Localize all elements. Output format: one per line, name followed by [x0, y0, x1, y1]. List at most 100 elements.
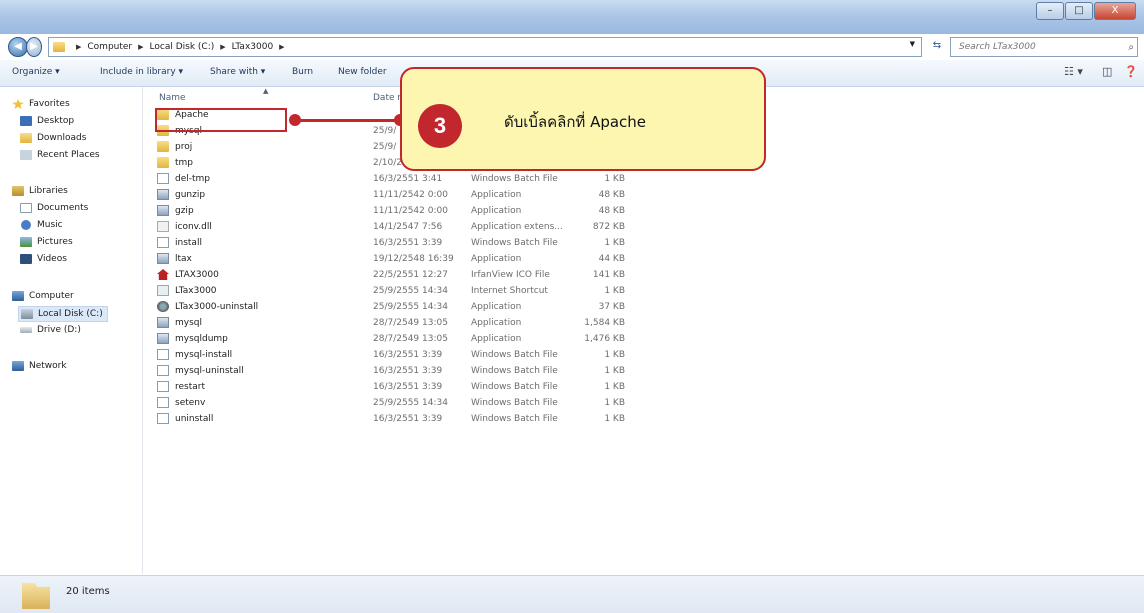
file-row[interactable]: LTax3000 25/9/2555 14:34 Internet Shortcut…	[143, 283, 663, 299]
instruction-callout: 3 ดับเบิ้ลคลิกที่ Apache	[400, 67, 766, 171]
file-name-cell[interactable]: setenv	[157, 397, 205, 408]
chevron-right-icon: ▶	[279, 43, 285, 51]
file-name: LTAX3000	[175, 269, 219, 280]
file-row[interactable]: mysqldump 28/7/2549 13:05 Application 1,476…	[143, 331, 663, 347]
file-row[interactable]: ltax 19/12/2548 16:39 Application 44 KB	[143, 251, 663, 267]
file-name-cell[interactable]: proj	[157, 141, 192, 152]
preview-pane-icon[interactable]: ◫	[1102, 65, 1112, 78]
sidebar-item-music[interactable]: Music	[20, 218, 63, 232]
sort-arrow-icon: ▲	[263, 87, 269, 95]
file-size: 1 KB	[604, 366, 625, 376]
app-icon	[157, 317, 169, 328]
bat-icon	[157, 173, 169, 184]
file-row[interactable]: LTax3000-uninstall 25/9/2555 14:34 Applica…	[143, 299, 663, 315]
file-size: 872 KB	[592, 222, 625, 232]
sidebar-item-libraries[interactable]: Libraries	[12, 184, 68, 198]
search-box[interactable]: ⌕	[950, 37, 1138, 57]
date-modified: 22/5/2551 12:27	[373, 270, 448, 280]
date-modified: 16/3/2551 3:39	[373, 350, 443, 360]
file-row[interactable]: mysql 28/7/2549 13:05 Application 1,584 KB	[143, 315, 663, 331]
file-row[interactable]: install 16/3/2551 3:39 Windows Batch File 1…	[143, 235, 663, 251]
file-name-cell[interactable]: ltax	[157, 253, 192, 264]
sidebar-label: Local Disk (C:)	[38, 309, 103, 319]
refresh-icon[interactable]: ⇆	[930, 37, 944, 55]
back-button[interactable]: ◀	[8, 37, 28, 57]
file-name-cell[interactable]: del-tmp	[157, 173, 210, 184]
file-name-cell[interactable]: uninstall	[157, 413, 213, 424]
sidebar-item-videos[interactable]: Videos	[20, 252, 67, 266]
sidebar-item-computer[interactable]: Computer	[12, 289, 74, 303]
sidebar-item-favorites[interactable]: Favorites	[12, 97, 70, 111]
file-type: IrfanView ICO File	[471, 270, 550, 280]
breadcrumb-computer[interactable]: Computer	[87, 42, 132, 52]
address-bar[interactable]: ▶ Computer ▶ Local Disk (C:) ▶ LTax3000 …	[48, 37, 922, 57]
sidebar-item-desktop[interactable]: Desktop	[20, 114, 74, 128]
file-name-cell[interactable]: mysql-uninstall	[157, 365, 244, 376]
app-icon	[157, 333, 169, 344]
view-options-icon[interactable]: ☷ ▾	[1064, 65, 1083, 78]
breadcrumb-ltax3000[interactable]: LTax3000	[232, 42, 274, 52]
downloads-icon	[20, 133, 32, 143]
file-row[interactable]: mysql-uninstall 16/3/2551 3:39 Windows Bat…	[143, 363, 663, 379]
forward-button[interactable]: ▶	[26, 37, 42, 57]
sidebar-item-pictures[interactable]: Pictures	[20, 235, 73, 249]
maximize-button[interactable]: □	[1065, 2, 1093, 20]
share-with-menu[interactable]: Share with ▾	[210, 67, 265, 77]
file-name: proj	[175, 141, 193, 152]
sidebar-item-network[interactable]: Network	[12, 359, 67, 373]
file-type: Windows Batch File	[471, 414, 558, 424]
file-name-cell[interactable]: install	[157, 237, 202, 248]
date-modified: 16/3/2551 3:39	[373, 366, 443, 376]
file-row[interactable]: mysql-install 16/3/2551 3:39 Windows Batch…	[143, 347, 663, 363]
date-modified: 11/11/2542 0:00	[373, 190, 448, 200]
help-icon[interactable]: ❓	[1124, 65, 1138, 78]
file-type: Application extens...	[471, 222, 563, 232]
file-row[interactable]: iconv.dll 14/1/2547 7:56 Application exten…	[143, 219, 663, 235]
minimize-button[interactable]: –	[1036, 2, 1064, 20]
burn-button[interactable]: Burn	[292, 67, 313, 77]
sidebar-label: Recent Places	[37, 150, 100, 160]
file-size: 1 KB	[604, 238, 625, 248]
file-row[interactable]: LTAX3000 22/5/2551 12:27 IrfanView ICO Fil…	[143, 267, 663, 283]
file-row[interactable]: gunzip 11/11/2542 0:00 Application 48 KB	[143, 187, 663, 203]
breadcrumb-local-disk[interactable]: Local Disk (C:)	[150, 42, 215, 52]
file-name-cell[interactable]: iconv.dll	[157, 221, 212, 232]
file-row[interactable]: gzip 11/11/2542 0:00 Application 48 KB	[143, 203, 663, 219]
sidebar-item-drive-d[interactable]: Drive (D:)	[20, 323, 81, 337]
computer-icon	[12, 291, 24, 301]
organize-menu[interactable]: Organize ▾	[12, 67, 60, 77]
file-name-cell[interactable]: gzip	[157, 205, 194, 216]
date-modified: 25/9/2555 14:34	[373, 286, 448, 296]
new-folder-button[interactable]: New folder	[338, 67, 387, 77]
file-name-cell[interactable]: mysqldump	[157, 333, 228, 344]
file-row[interactable]: restart 16/3/2551 3:39 Windows Batch File 1…	[143, 379, 663, 395]
file-name-cell[interactable]: LTax3000-uninstall	[157, 301, 258, 312]
folder-icon	[22, 583, 50, 609]
file-name-cell[interactable]: mysql-install	[157, 349, 232, 360]
navigation-bar: ◀ ▶ ▶ Computer ▶ Local Disk (C:) ▶ LTax3…	[0, 34, 1144, 60]
sidebar-item-recent-places[interactable]: Recent Places	[20, 148, 100, 162]
desktop-icon	[20, 116, 32, 126]
include-in-library-menu[interactable]: Include in library ▾	[100, 67, 183, 77]
sidebar-item-downloads[interactable]: Downloads	[20, 131, 86, 145]
file-name-cell[interactable]: gunzip	[157, 189, 205, 200]
file-name-cell[interactable]: LTax3000	[157, 285, 217, 296]
connector-dot	[289, 114, 301, 126]
column-header-name[interactable]: Name	[159, 93, 186, 103]
chevron-down-icon[interactable]: ▼	[910, 40, 915, 48]
file-name: mysql-install	[175, 349, 233, 360]
file-name-cell[interactable]: tmp	[157, 157, 193, 168]
close-button[interactable]: X	[1094, 2, 1136, 20]
search-icon[interactable]: ⌕	[1128, 42, 1134, 53]
file-row[interactable]: del-tmp 16/3/2551 3:41 Windows Batch File 1…	[143, 171, 663, 187]
file-row[interactable]: uninstall 16/3/2551 3:39 Windows Batch Fil…	[143, 411, 663, 427]
search-input[interactable]	[957, 41, 1121, 53]
file-name-cell[interactable]: mysql	[157, 317, 202, 328]
file-name-cell[interactable]: restart	[157, 381, 205, 392]
file-type: Application	[471, 206, 522, 216]
file-name-cell[interactable]: LTAX3000	[157, 269, 219, 280]
file-type: Application	[471, 190, 522, 200]
sidebar-item-local-disk[interactable]: Local Disk (C:)	[18, 306, 108, 322]
sidebar-item-documents[interactable]: Documents	[20, 201, 88, 215]
file-row[interactable]: setenv 25/9/2555 14:34 Windows Batch File 1…	[143, 395, 663, 411]
